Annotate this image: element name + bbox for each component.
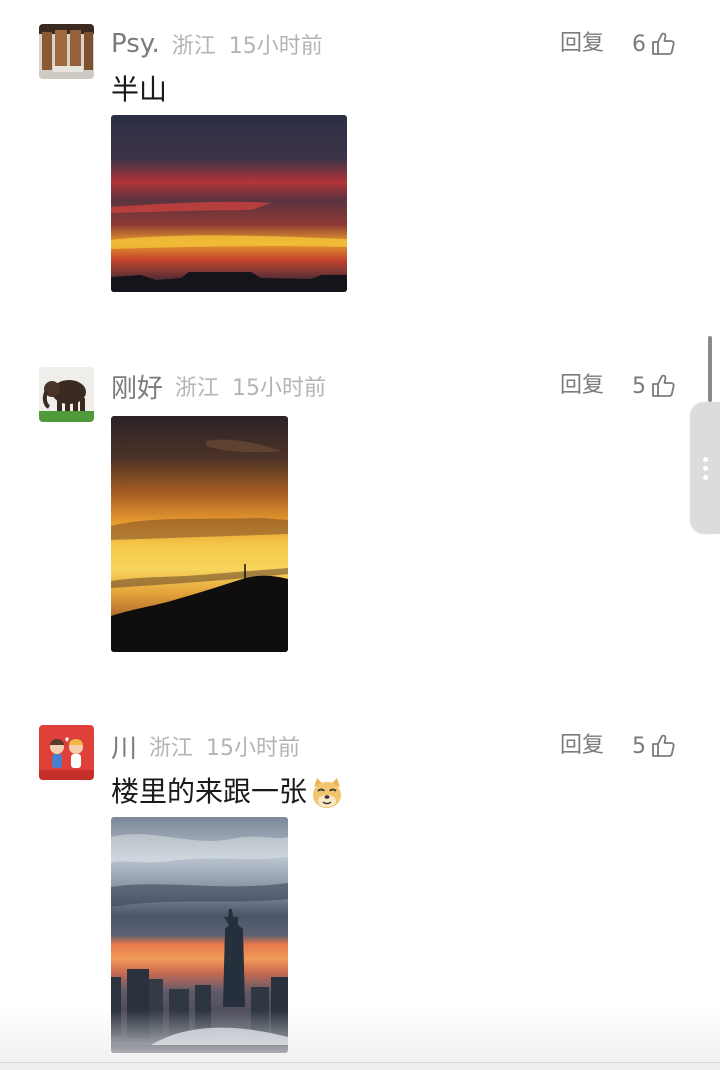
location: 浙江 xyxy=(175,376,220,401)
username[interactable]: 刚好 xyxy=(111,368,163,405)
reply-button[interactable]: 回复 xyxy=(560,366,604,406)
comment-header: Psy. 浙江 15小时前 xyxy=(111,24,323,64)
comment-meta: 浙江 15小时前 xyxy=(149,730,300,762)
comment-meta: 浙江 15小时前 xyxy=(175,370,326,402)
thumbs-up-icon xyxy=(652,32,675,55)
elephant-avatar-icon xyxy=(39,367,94,422)
side-menu-handle[interactable] xyxy=(690,402,720,534)
divider xyxy=(0,1062,720,1063)
sunset-clouds-photo-icon xyxy=(111,115,347,292)
more-dots-icon xyxy=(703,475,708,480)
reply-button[interactable]: 回复 xyxy=(560,726,604,766)
avatar[interactable] xyxy=(39,367,94,422)
location: 浙江 xyxy=(171,34,216,59)
like-button[interactable]: 6 xyxy=(632,24,676,64)
timestamp: 15小时前 xyxy=(228,34,323,59)
avatar[interactable] xyxy=(39,24,94,79)
reply-button[interactable]: 回复 xyxy=(560,24,604,64)
like-count: 5 xyxy=(632,733,646,759)
comment-photo[interactable] xyxy=(111,115,347,292)
like-button[interactable]: 5 xyxy=(632,366,676,406)
wooden-pillars-avatar-icon xyxy=(39,24,94,79)
like-button[interactable]: 5 xyxy=(632,726,676,766)
sunset-hill-photo-icon xyxy=(111,416,288,652)
comment-header: 刚好 浙江 15小时前 xyxy=(111,366,326,406)
username[interactable]: Psy. xyxy=(111,29,160,59)
username[interactable]: 川 xyxy=(111,728,137,765)
comment-header: 川 浙江 15小时前 xyxy=(111,726,300,766)
avatar[interactable] xyxy=(39,725,94,780)
cartoon-couple-avatar-icon xyxy=(39,725,94,780)
comment-text: 半山 xyxy=(111,73,168,106)
like-count: 6 xyxy=(632,31,646,57)
doge-emoji-icon xyxy=(313,778,342,808)
comment-text: 楼里的来跟一张 xyxy=(111,772,345,812)
comment-feed: Psy. 浙江 15小时前 回复 6 半山 刚好 浙江 15小时前 回复 5 川… xyxy=(0,0,720,1070)
more-dots-icon xyxy=(703,466,708,471)
scrollbar[interactable] xyxy=(708,336,712,402)
timestamp: 15小时前 xyxy=(232,376,327,401)
location: 浙江 xyxy=(149,736,194,761)
comment-meta: 浙江 15小时前 xyxy=(172,28,323,60)
thumbs-up-icon xyxy=(652,374,675,397)
thumbs-up-icon xyxy=(652,734,675,757)
comment-photo[interactable] xyxy=(111,416,288,652)
comment-text-content: 楼里的来跟一张 xyxy=(111,775,308,808)
like-count: 5 xyxy=(632,373,646,399)
more-dots-icon xyxy=(703,457,708,462)
timestamp: 15小时前 xyxy=(206,736,301,761)
bottom-fade xyxy=(0,1010,720,1070)
